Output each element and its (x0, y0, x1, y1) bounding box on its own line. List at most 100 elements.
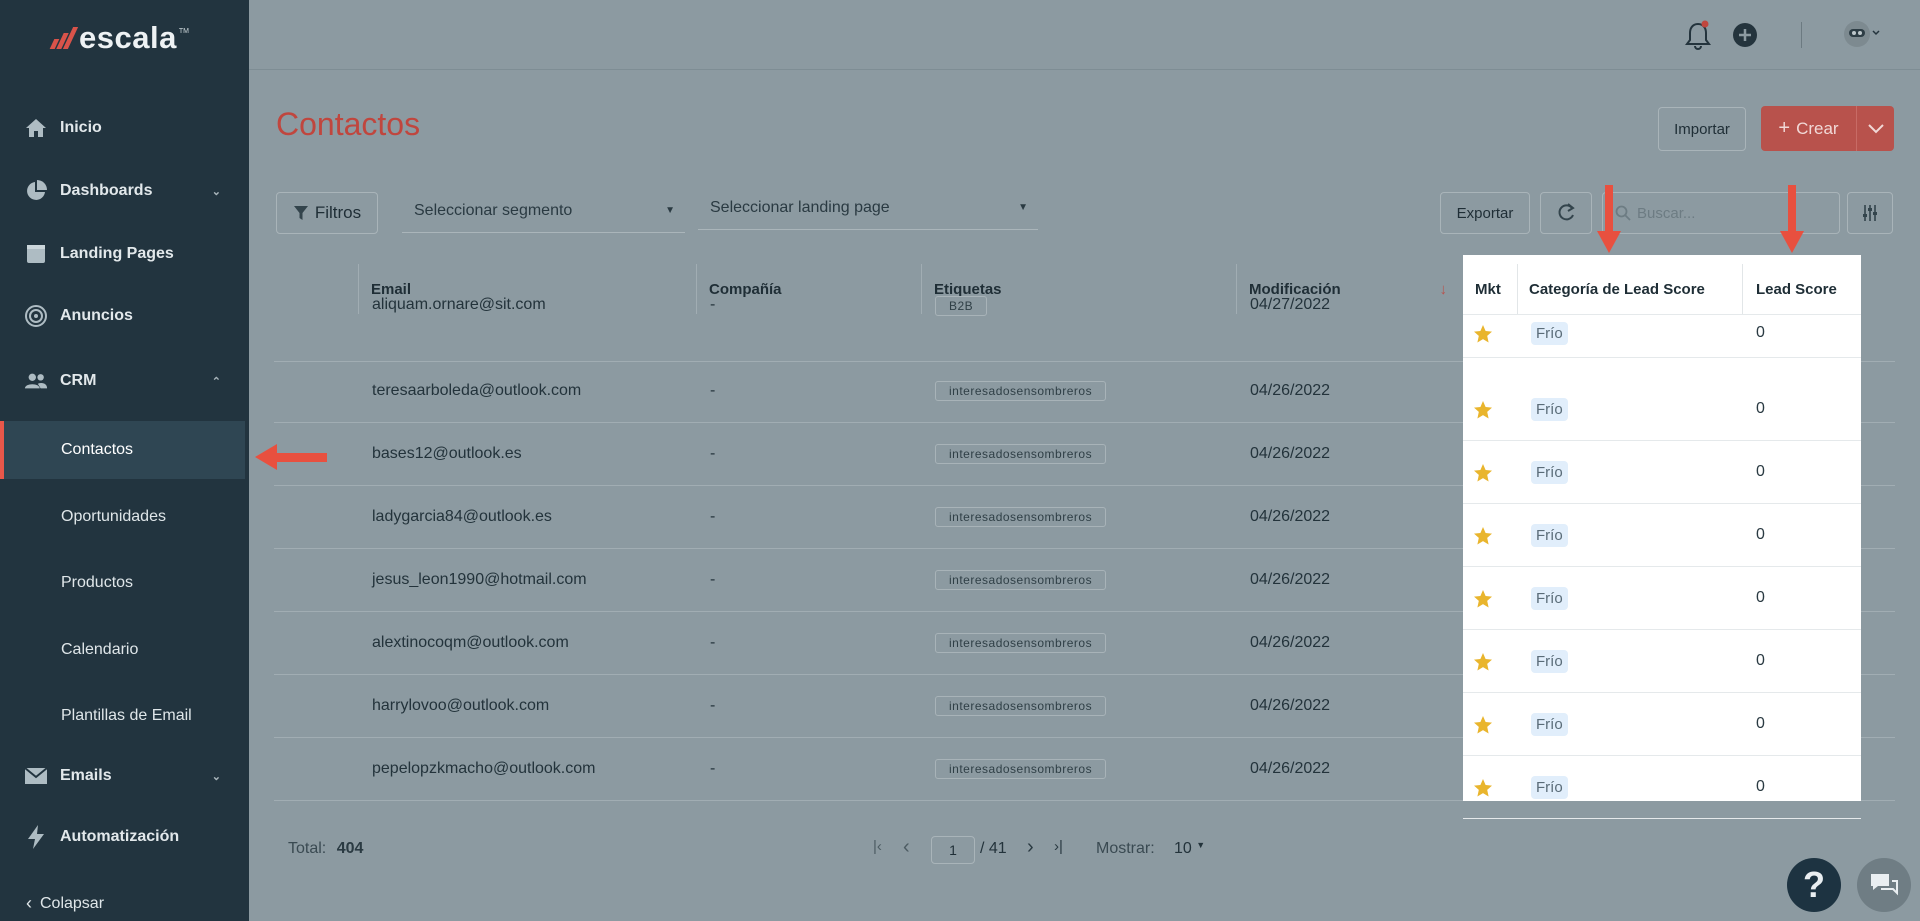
next-page-icon[interactable]: › (1027, 836, 1034, 859)
star-icon[interactable] (1473, 589, 1493, 614)
create-dropdown-toggle[interactable] (1856, 106, 1894, 151)
last-page-icon[interactable]: ›| (1054, 838, 1063, 855)
page-total: / 41 (980, 840, 1007, 857)
sidebar-item-anuncios[interactable]: Anuncios (0, 287, 249, 345)
filters-button[interactable]: Filtros (276, 192, 378, 234)
company-cell: - (710, 634, 716, 651)
column-settings-button[interactable] (1847, 192, 1893, 234)
target-icon (24, 304, 48, 328)
tag-badge[interactable]: interesadosensombreros (935, 444, 1107, 464)
lead-category-badge: Frío (1531, 713, 1568, 736)
export-button[interactable]: Exportar (1440, 192, 1530, 234)
email-cell[interactable]: harrylovoo@outlook.com (372, 675, 549, 737)
sidebar-item-label: Automatización (60, 828, 180, 845)
sidebar-subitem-contactos[interactable]: Contactos (0, 421, 245, 479)
modified-cell: 04/26/2022 (1250, 760, 1331, 777)
caret-down-icon: ▼ (665, 205, 675, 216)
tag-badge[interactable]: interesadosensombreros (935, 570, 1107, 590)
email-cell[interactable]: teresaarboleda@outlook.com (372, 360, 581, 422)
landing-placeholder: Seleccionar landing page (710, 198, 890, 216)
lead-category-badge: Frío (1531, 322, 1568, 345)
sidebar-subitem-productos[interactable]: Productos (0, 554, 245, 612)
lead-score-row: Frío 0 (1463, 378, 1861, 441)
email-cell[interactable]: alextinocoqm@outlook.com (372, 612, 569, 674)
avatar[interactable] (1840, 18, 1880, 55)
help-button[interactable]: ? (1787, 858, 1841, 912)
tag-badge[interactable]: interesadosensombreros (935, 381, 1107, 401)
page-input[interactable]: 1 (931, 836, 975, 864)
tags-cell: interesadosensombreros (935, 549, 1107, 611)
email-cell[interactable]: aliquam.ornare@sit.com (372, 276, 546, 339)
segment-select[interactable]: Seleccionar segmento ▼ (402, 189, 685, 233)
lead-score-row: Frío 0 (1463, 504, 1861, 567)
tag-badge[interactable]: interesadosensombreros (935, 696, 1107, 716)
star-icon[interactable] (1473, 463, 1493, 488)
caret-down-icon: ▼ (1196, 840, 1206, 850)
prev-page-icon[interactable]: ‹ (903, 836, 910, 859)
tag-badge[interactable]: interesadosensombreros (935, 759, 1107, 779)
modified-cell: 04/26/2022 (1250, 634, 1331, 651)
refresh-button[interactable] (1540, 192, 1592, 234)
add-circle-icon[interactable] (1732, 22, 1758, 53)
sidebar-item-emails[interactable]: Emails ⌄ (0, 747, 249, 805)
sidebar-item-automatizacion[interactable]: Automatización (0, 808, 249, 866)
search-placeholder: Buscar... (1637, 204, 1696, 222)
star-icon[interactable] (1473, 526, 1493, 551)
sidebar-subitem-calendario[interactable]: Calendario (0, 621, 245, 679)
star-icon[interactable] (1473, 324, 1493, 349)
column-header-lead-category[interactable]: Categoría de Lead Score (1517, 264, 1742, 314)
caret-down-icon: ▼ (1018, 202, 1028, 213)
divider (1742, 264, 1743, 314)
chevron-down-icon (1867, 123, 1884, 133)
bell-icon[interactable] (1685, 20, 1711, 55)
star-icon[interactable] (1473, 715, 1493, 740)
tag-badge[interactable]: interesadosensombreros (935, 507, 1107, 527)
lead-category-badge: Frío (1531, 461, 1568, 484)
create-button[interactable]: + Crear (1761, 117, 1856, 140)
modified-cell: 04/26/2022 (1250, 508, 1331, 525)
column-header-lead-score[interactable]: Lead Score (1744, 264, 1861, 314)
column-header-mkt[interactable]: Mkt (1463, 264, 1517, 314)
refresh-icon (1558, 203, 1575, 221)
total-value: 404 (336, 840, 364, 857)
tags-cell: interesadosensombreros (935, 486, 1107, 548)
tag-badge[interactable]: interesadosensombreros (935, 633, 1107, 653)
import-button[interactable]: Importar (1658, 107, 1746, 151)
annotation-arrow-left-icon (255, 443, 329, 476)
divider (1801, 22, 1802, 48)
email-cell[interactable]: bases12@outlook.es (372, 423, 522, 485)
tags-cell: interesadosensombreros (935, 675, 1107, 737)
tag-badge[interactable]: B2B (935, 296, 988, 316)
star-icon[interactable] (1473, 400, 1493, 425)
modified-cell: 04/26/2022 (1250, 571, 1331, 588)
sidebar-subitem-oportunidades[interactable]: Oportunidades (0, 488, 245, 546)
email-cell[interactable]: jesus_leon1990@hotmail.com (372, 549, 587, 611)
tags-cell: interesadosensombreros (935, 360, 1107, 422)
lead-category-badge: Frío (1531, 587, 1568, 610)
logo-trademark: TM (178, 27, 189, 35)
sidebar: escala TM Inicio Dashboards ⌄ Landing Pa… (0, 0, 249, 921)
landing-page-select[interactable]: Seleccionar landing page ▼ (698, 186, 1038, 230)
annotation-arrow-down-icon (1596, 185, 1622, 260)
annotation-arrow-down-icon (1779, 185, 1805, 260)
sidebar-item-inicio[interactable]: Inicio (0, 99, 249, 157)
chat-button[interactable] (1857, 858, 1911, 912)
star-icon[interactable] (1473, 652, 1493, 677)
page-size-select[interactable]: 10 ▼ (1174, 840, 1205, 858)
escala-logo[interactable]: escala TM (49, 20, 189, 56)
lead-score-value: 0 (1756, 463, 1765, 480)
collapse-sidebar-button[interactable]: ‹ Colapsar (26, 893, 104, 914)
sidebar-item-crm[interactable]: CRM ⌃ (0, 352, 249, 410)
tags-cell: interesadosensombreros (935, 423, 1107, 485)
top-bar (249, 0, 1920, 70)
sidebar-subitem-plantillas-email[interactable]: Plantillas de Email (0, 687, 245, 745)
email-cell[interactable]: pepelopzkmacho@outlook.com (372, 738, 595, 800)
star-icon[interactable] (1473, 778, 1493, 803)
plus-icon: + (1778, 117, 1791, 139)
company-cell: - (710, 508, 716, 525)
sidebar-item-dashboards[interactable]: Dashboards ⌄ (0, 162, 249, 220)
sidebar-item-landing-pages[interactable]: Landing Pages (0, 225, 249, 283)
total-label: Total: (288, 840, 327, 857)
email-cell[interactable]: ladygarcia84@outlook.es (372, 486, 552, 548)
first-page-icon[interactable]: |‹ (873, 838, 882, 855)
